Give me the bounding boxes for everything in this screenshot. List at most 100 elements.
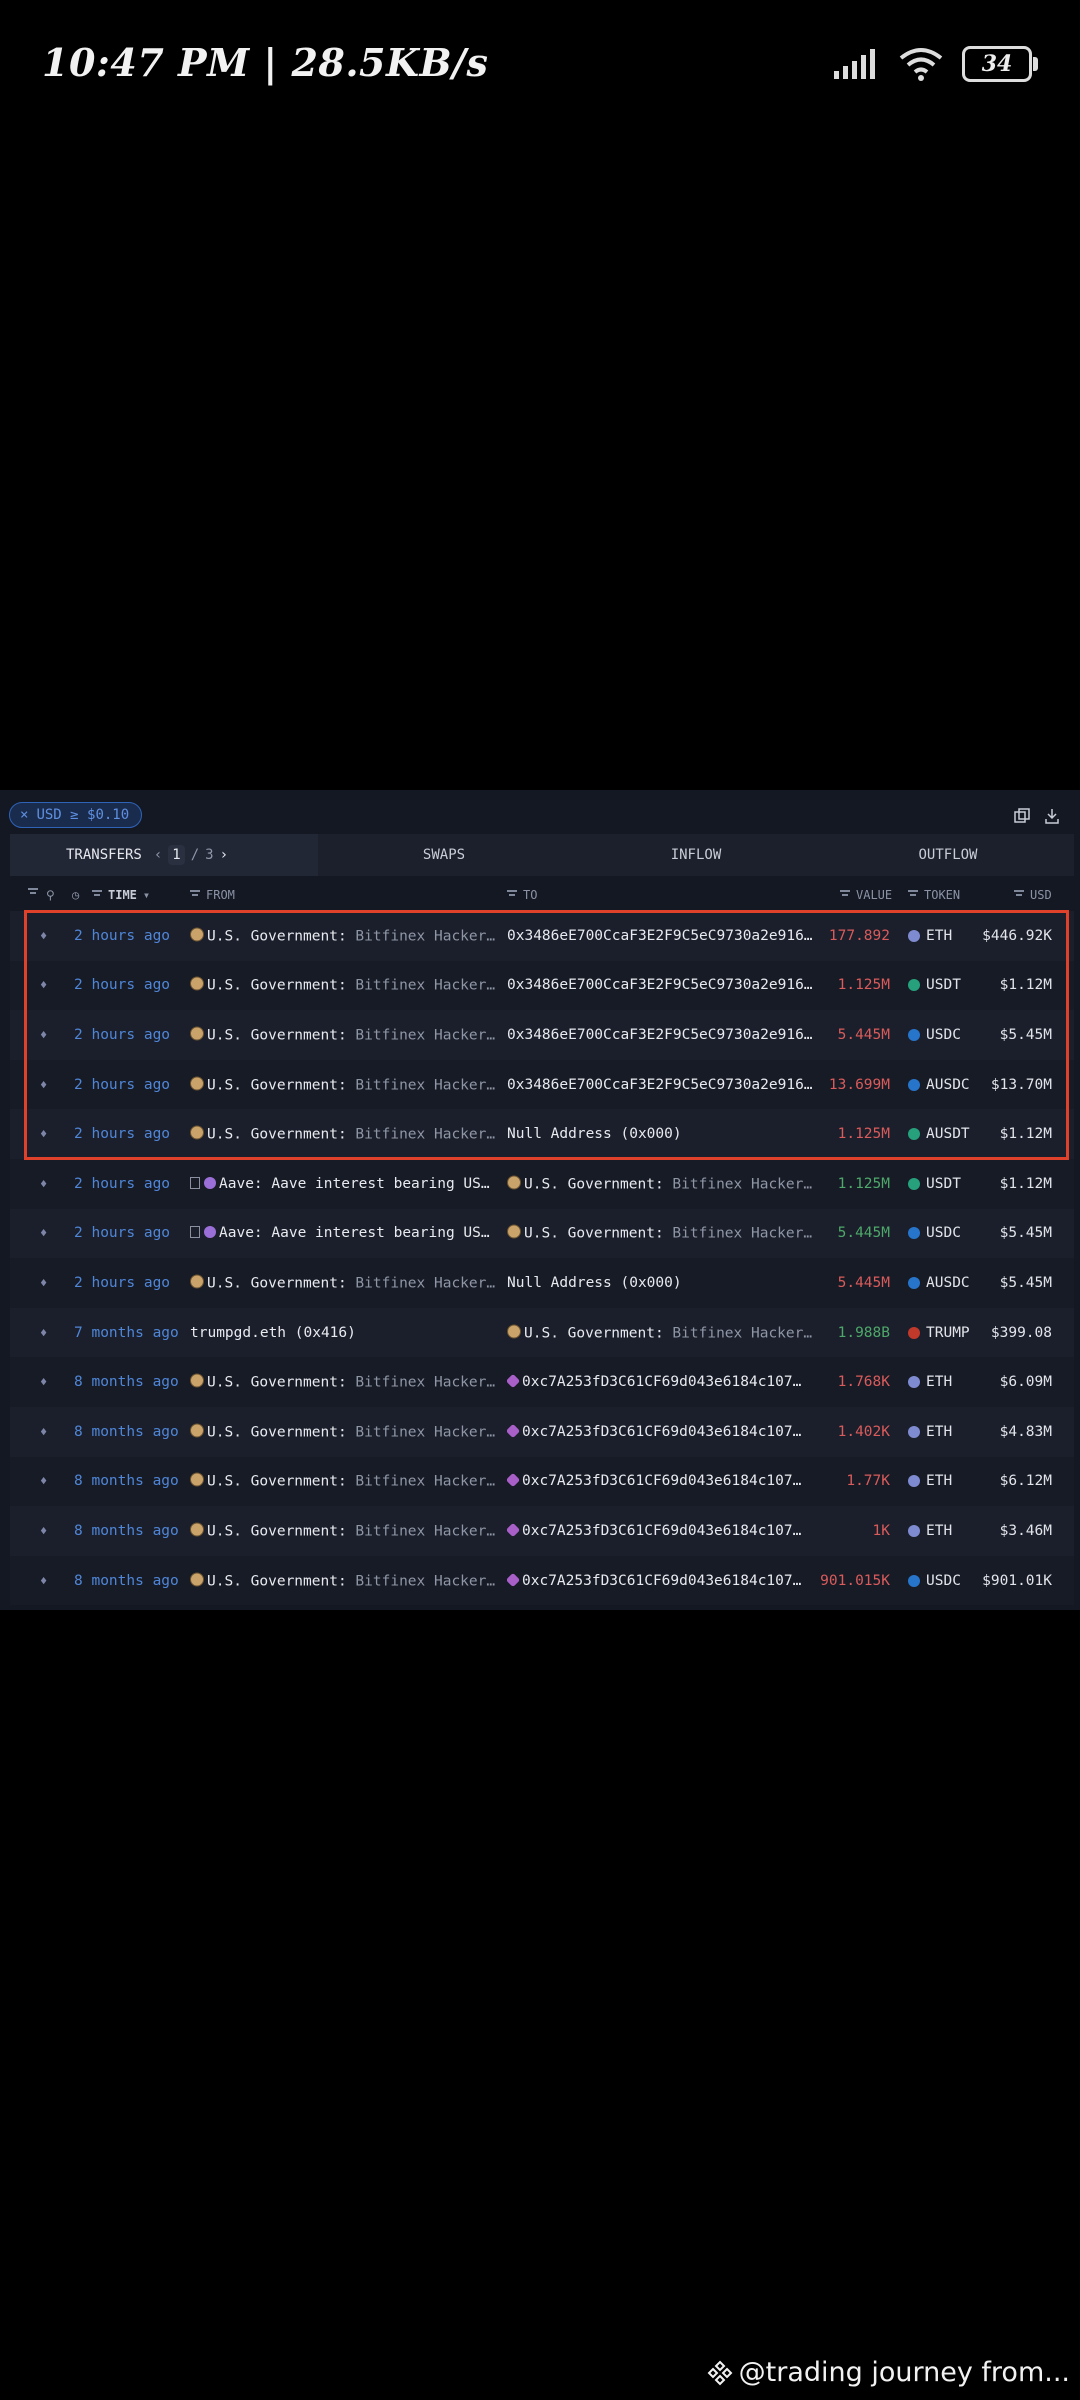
usd-filter-chip[interactable]: × USD ≥ $0.10 [9,802,143,828]
close-icon[interactable]: × [20,807,28,823]
col-token[interactable]: TOKEN [908,888,960,902]
row-from[interactable]: U.S. Government: Bitfinex Hacker… [190,1572,498,1589]
status-time: 10:47 PM | 28.5KB/s [42,40,489,85]
row-time[interactable]: 2 hours ago [74,1126,170,1142]
row-to[interactable]: Null Address (0x000) [507,1126,819,1142]
row-token[interactable]: AUSDC [908,1275,970,1291]
table-row[interactable]: ♦ 2 hours ago U.S. Government: Bitfinex Ha… [10,1010,1074,1060]
col-to[interactable]: TO [507,888,537,902]
row-to[interactable]: 0xc7A253fD3C61CF69d043e6184c107… [507,1522,819,1539]
row-to[interactable]: 0x3486eE700CcaF3E2F9C5eC9730a2e916… [507,1027,819,1043]
clock-icon[interactable]: ◷ [72,888,79,902]
row-to[interactable]: 0xc7A253fD3C61CF69d043e6184c107… [507,1374,819,1390]
row-from[interactable]: U.S. Government: Bitfinex Hacker… [190,1522,498,1539]
row-time[interactable]: 2 hours ago [74,1275,170,1291]
download-icon[interactable] [1044,808,1060,824]
row-token[interactable]: ETH [908,1424,952,1440]
table-row[interactable]: ♦ 8 months ago U.S. Government: Bitfinex H… [10,1555,1074,1606]
copy-icon[interactable] [1014,808,1030,824]
row-time[interactable]: 2 hours ago [74,928,170,944]
fox-icon [507,1374,521,1389]
filter-icon [1014,890,1024,900]
row-token[interactable]: USDC [908,1027,961,1043]
col-time[interactable]: TIME ▾ [92,888,150,902]
row-token[interactable]: USDC [908,1225,961,1241]
col-from[interactable]: FROM [190,888,235,902]
contract-icon [190,1176,200,1189]
row-from[interactable]: U.S. Government: Bitfinex Hacker… [190,927,498,944]
row-time[interactable]: 2 hours ago [74,1225,170,1241]
row-from[interactable]: Aave: Aave interest bearing US… [190,1176,498,1192]
row-to[interactable]: 0x3486eE700CcaF3E2F9C5eC9730a2e916… [507,1077,819,1093]
row-to[interactable]: 0xc7A253fD3C61CF69d043e6184c107… [507,1473,819,1489]
row-from[interactable]: U.S. Government: Bitfinex Hacker… [190,1423,498,1440]
to-entity: U.S. Government: [524,1176,664,1193]
table-row[interactable]: ♦ 2 hours ago U.S. Government: Bitfinex Ha… [10,960,1074,1011]
row-token[interactable]: ETH [908,1374,952,1390]
table-row[interactable]: ♦ 7 months ago trumpgd.eth (0x416) U.S. Go… [10,1307,1074,1358]
table-row[interactable]: ♦ 2 hours ago U.S. Government: Bitfinex Ha… [10,1109,1074,1159]
filter-icon[interactable] [28,888,38,898]
row-token[interactable]: USDT [908,977,961,993]
row-token[interactable]: AUSDC [908,1077,970,1093]
row-token[interactable]: ETH [908,1473,952,1489]
row-token[interactable]: AUSDT [908,1126,970,1142]
row-from[interactable]: trumpgd.eth (0x416) [190,1325,498,1341]
row-from[interactable]: U.S. Government: Bitfinex Hacker… [190,1274,498,1291]
row-time[interactable]: 2 hours ago [74,1077,170,1093]
row-to[interactable]: U.S. Government: Bitfinex Hacker… [507,1175,819,1192]
table-row[interactable]: ♦ 2 hours ago U.S. Government: Bitfinex Ha… [10,911,1074,961]
row-time[interactable]: 8 months ago [74,1374,179,1390]
row-to[interactable]: 0x3486eE700CcaF3E2F9C5eC9730a2e916… [507,977,819,993]
tab-inflow[interactable]: INFLOW [570,834,822,876]
row-time[interactable]: 8 months ago [74,1424,179,1440]
ethereum-chain-icon: ♦ [40,928,48,943]
row-to[interactable]: U.S. Government: Bitfinex Hacker… [507,1224,819,1242]
from-label: Bitfinex Hacker… [355,1275,496,1292]
table-row[interactable]: ♦ 2 hours ago Aave: Aave interest bearing … [10,1208,1074,1259]
table-row[interactable]: ♦ 8 months ago U.S. Government: Bitfinex H… [10,1357,1074,1407]
row-time[interactable]: 2 hours ago [74,1176,170,1192]
row-time[interactable]: 8 months ago [74,1523,179,1539]
table-row[interactable]: ♦ 2 hours ago U.S. Government: Bitfinex Ha… [10,1258,1074,1308]
row-time[interactable]: 8 months ago [74,1573,179,1589]
row-from[interactable]: U.S. Government: Bitfinex Hacker… [190,976,498,994]
row-token[interactable]: USDT [908,1176,961,1192]
row-from[interactable]: U.S. Government: Bitfinex Hacker… [190,1373,498,1391]
table-row[interactable]: ♦ 8 months ago U.S. Government: Bitfinex H… [10,1406,1074,1457]
token-symbol: ETH [926,927,953,944]
row-to[interactable]: 0xc7A253fD3C61CF69d043e6184c107… [507,1572,819,1589]
row-to[interactable]: U.S. Government: Bitfinex Hacker… [507,1324,819,1341]
row-to[interactable]: 0x3486eE700CcaF3E2F9C5eC9730a2e916… [507,928,819,944]
row-time[interactable]: 2 hours ago [74,1027,170,1043]
col-usd[interactable]: USD [1014,888,1052,902]
link-icon[interactable]: ⚲ [46,888,55,902]
row-from[interactable]: U.S. Government: Bitfinex Hacker… [190,1026,498,1043]
row-time[interactable]: 2 hours ago [74,977,170,993]
tab-transfers[interactable]: TRANSFERS ‹ 1 / 3 › [10,834,318,876]
row-to[interactable]: Null Address (0x000) [507,1275,819,1291]
tab-outflow[interactable]: OUTFLOW [822,834,1074,876]
row-from[interactable]: U.S. Government: Bitfinex Hacker… [190,1125,498,1143]
row-token[interactable]: ETH [908,1523,952,1539]
wifi-icon [899,48,943,81]
row-token[interactable]: ETH [908,928,952,944]
row-from[interactable]: U.S. Government: Bitfinex Hacker… [190,1076,498,1093]
tab-swaps[interactable]: SWAPS [318,834,570,876]
chevron-left-icon[interactable]: ‹ [154,847,162,863]
row-time[interactable]: 7 months ago [74,1325,179,1341]
table-row[interactable]: ♦ 8 months ago U.S. Government: Bitfinex H… [10,1506,1074,1556]
row-value: 177.892 [828,927,890,944]
row-time[interactable]: 8 months ago [74,1473,179,1489]
chevron-right-icon[interactable]: › [220,847,228,863]
col-value[interactable]: VALUE [840,888,892,902]
row-to[interactable]: 0xc7A253fD3C61CF69d043e6184c107… [507,1423,819,1440]
table-row[interactable]: ♦ 8 months ago U.S. Government: Bitfinex H… [10,1456,1074,1507]
from-label: Bitfinex Hacker… [355,1424,496,1441]
table-row[interactable]: ♦ 2 hours ago U.S. Government: Bitfinex Ha… [10,1059,1074,1110]
table-row[interactable]: ♦ 2 hours ago Aave: Aave interest bearing … [10,1158,1074,1209]
row-from[interactable]: Aave: Aave interest bearing US… [190,1225,498,1241]
row-token[interactable]: USDC [908,1573,961,1589]
row-from[interactable]: U.S. Government: Bitfinex Hacker… [190,1472,498,1490]
row-token[interactable]: TRUMP [908,1325,970,1341]
